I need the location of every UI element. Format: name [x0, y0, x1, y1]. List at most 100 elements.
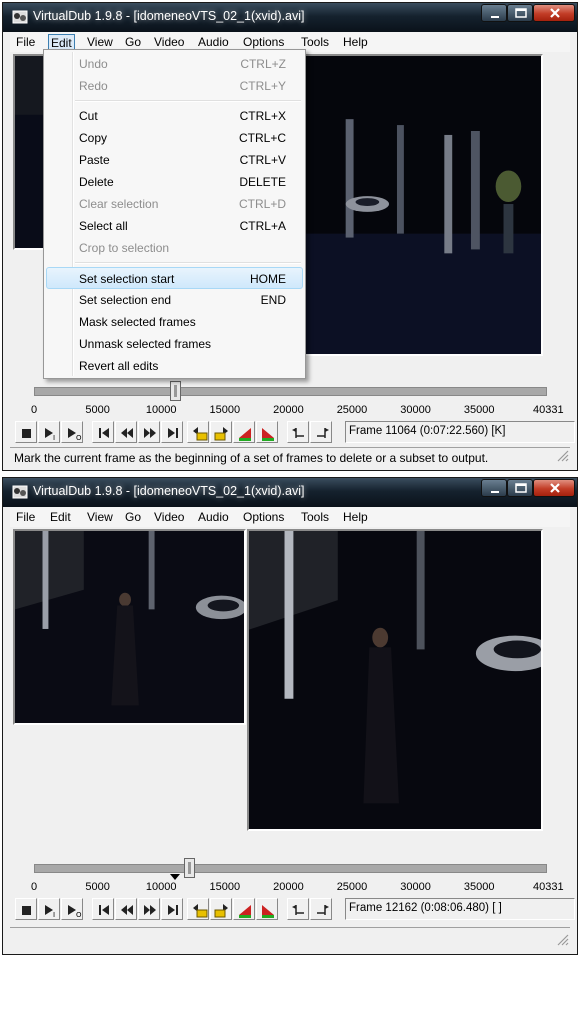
stop-icon — [22, 429, 31, 438]
title-bar[interactable]: VirtualDub 1.9.8 - [idomeneoVTS_02_1(xvi… — [3, 3, 577, 32]
play-input-icon: I — [45, 428, 55, 442]
menu-item-delete[interactable]: Delete DELETE — [46, 171, 303, 193]
menu-item-revert-all-edits[interactable]: Revert all edits — [46, 355, 303, 377]
menu-audio[interactable]: Audio — [196, 34, 231, 50]
mark-in-button[interactable] — [287, 421, 309, 443]
menu-view[interactable]: View — [85, 34, 115, 50]
resize-grip-icon[interactable] — [557, 450, 569, 462]
prev-frame-button[interactable] — [115, 898, 137, 920]
menu-item-unmask-selected-frames[interactable]: Unmask selected frames — [46, 333, 303, 355]
menu-go[interactable]: Go — [123, 34, 143, 50]
next-scene-button[interactable] — [256, 898, 278, 920]
menu-item-paste[interactable]: Paste CTRL+V — [46, 149, 303, 171]
svg-text:O: O — [76, 434, 82, 442]
play-output-button[interactable]: O — [61, 421, 83, 443]
menu-item-shortcut: HOME — [250, 272, 286, 286]
menu-item-shortcut: CTRL+D — [238, 197, 286, 211]
menu-help[interactable]: Help — [341, 34, 370, 50]
prev-scene-icon — [239, 428, 251, 441]
go-start-button[interactable] — [92, 898, 114, 920]
mark-out-button[interactable] — [310, 421, 332, 443]
next-keyframe-icon — [214, 904, 228, 918]
mark-in-button[interactable] — [287, 898, 309, 920]
go-end-button[interactable] — [161, 898, 183, 920]
next-scene-button[interactable] — [256, 421, 278, 443]
prev-keyframe-button[interactable] — [187, 898, 209, 920]
timeline-tick-label: 40331 — [533, 404, 564, 416]
output-video-frame — [249, 531, 541, 829]
title-bar[interactable]: VirtualDub 1.9.8 - [idomeneoVTS_02_1(xvi… — [3, 478, 577, 507]
menu-video[interactable]: Video — [152, 509, 186, 525]
prev-scene-button[interactable] — [233, 898, 255, 920]
stop-button[interactable] — [15, 898, 37, 920]
position-slider-thumb[interactable] — [169, 381, 181, 401]
menu-item-shortcut: CTRL+V — [239, 153, 286, 167]
play-input-button[interactable]: I — [38, 898, 60, 920]
menu-item-set-selection-start[interactable]: Set selection start HOME — [46, 267, 303, 289]
menu-item-crop-to-selection[interactable]: Crop to selection — [46, 237, 303, 259]
stop-button[interactable] — [15, 421, 37, 443]
menu-item-set-selection-end[interactable]: Set selection end END — [46, 289, 303, 311]
svg-text:I: I — [53, 911, 55, 919]
menu-video[interactable]: Video — [152, 34, 186, 50]
menu-item-shortcut: END — [260, 293, 286, 307]
next-frame-button[interactable] — [138, 421, 160, 443]
menu-item-label: Set selection end — [79, 293, 172, 307]
position-trackbar[interactable] — [34, 864, 547, 873]
menu-edit[interactable]: Edit — [48, 34, 75, 50]
position-trackbar[interactable] — [34, 387, 547, 396]
menu-options[interactable]: Options — [241, 34, 286, 50]
minimize-button[interactable] — [481, 4, 507, 22]
next-scene-icon — [262, 428, 274, 441]
menu-item-clear-selection[interactable]: Clear selection CTRL+D — [46, 193, 303, 215]
menu-tools[interactable]: Tools — [299, 509, 331, 525]
menu-options[interactable]: Options — [241, 509, 286, 525]
mark-out-icon — [317, 428, 329, 438]
mark-out-icon — [317, 905, 329, 915]
close-button[interactable] — [533, 4, 575, 22]
menu-file[interactable]: File — [14, 34, 37, 50]
play-output-button[interactable]: O — [61, 898, 83, 920]
menu-separator — [75, 262, 301, 264]
menu-separator — [75, 100, 301, 102]
menu-edit[interactable]: Edit — [48, 509, 73, 525]
maximize-button[interactable] — [507, 4, 533, 22]
timeline-tick-label: 20000 — [273, 404, 304, 416]
svg-text:O: O — [76, 911, 82, 919]
menu-audio[interactable]: Audio — [196, 509, 231, 525]
position-slider-thumb[interactable] — [183, 858, 195, 878]
mark-out-button[interactable] — [310, 898, 332, 920]
menu-help[interactable]: Help — [341, 509, 370, 525]
window-title: VirtualDub 1.9.8 - [idomeneoVTS_02_1(xvi… — [33, 9, 305, 23]
menu-view[interactable]: View — [85, 509, 115, 525]
timeline-tick-label: 35000 — [463, 881, 495, 893]
menu-item-label: Cut — [79, 109, 98, 123]
menu-item-copy[interactable]: Copy CTRL+C — [46, 127, 303, 149]
next-frame-button[interactable] — [138, 898, 160, 920]
maximize-button[interactable] — [507, 479, 533, 497]
menu-file[interactable]: File — [14, 509, 37, 525]
go-end-button[interactable] — [161, 421, 183, 443]
go-end-icon — [168, 428, 178, 438]
play-input-button[interactable]: I — [38, 421, 60, 443]
minimize-button[interactable] — [481, 479, 507, 497]
menu-item-cut[interactable]: Cut CTRL+X — [46, 105, 303, 127]
next-keyframe-button[interactable] — [210, 421, 232, 443]
prev-scene-button[interactable] — [233, 421, 255, 443]
close-button[interactable] — [533, 479, 575, 497]
menu-tools[interactable]: Tools — [299, 34, 331, 50]
resize-grip-icon[interactable] — [557, 934, 569, 946]
menu-item-undo[interactable]: Undo CTRL+Z — [46, 53, 303, 75]
go-start-button[interactable] — [92, 421, 114, 443]
prev-frame-button[interactable] — [115, 421, 137, 443]
menu-item-mask-selected-frames[interactable]: Mask selected frames — [46, 311, 303, 333]
menu-go[interactable]: Go — [123, 509, 143, 525]
next-keyframe-button[interactable] — [210, 898, 232, 920]
menu-item-select-all[interactable]: Select all CTRL+A — [46, 215, 303, 237]
virtualdub-window-bottom: VirtualDub 1.9.8 - [idomeneoVTS_02_1(xvi… — [2, 477, 578, 955]
menu-item-label: Set selection start — [79, 272, 175, 286]
prev-keyframe-button[interactable] — [187, 421, 209, 443]
menu-item-redo[interactable]: Redo CTRL+Y — [46, 75, 303, 97]
timeline-tick-label: 20000 — [273, 881, 304, 893]
timeline-tick-label: 25000 — [336, 881, 368, 893]
